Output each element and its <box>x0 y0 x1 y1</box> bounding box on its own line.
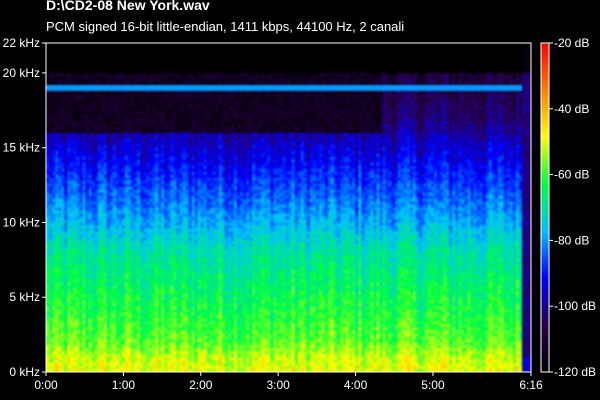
colorbar: -20 dB -40 dB -60 dB -80 dB -100 dB -120 dB <box>540 36 596 379</box>
y-tick-label: 10 kHz <box>3 215 40 229</box>
y-tick-label: 20 kHz <box>3 66 40 80</box>
spectrogram-heatmap <box>46 43 531 372</box>
x-tick-label: 1:00 <box>112 378 136 392</box>
colorbar-scale <box>540 42 550 373</box>
colorbar-tick-label: -80 dB <box>554 233 589 247</box>
colorbar-tick-label: -20 dB <box>554 36 589 50</box>
y-tick-label: 0 kHz <box>9 365 40 379</box>
y-tick-label: 5 kHz <box>9 290 40 304</box>
x-tick-label: 6:16 <box>519 378 543 392</box>
x-tick-label: 2:00 <box>189 378 213 392</box>
colorbar-tick-label: -100 dB <box>554 299 596 313</box>
x-tick-label: 4:00 <box>344 378 368 392</box>
spectrogram-chart: 0:00 1:00 2:00 3:00 4:00 5:00 6:16 0 kHz 5 kHz 10… <box>3 36 596 392</box>
y-tick-label: 15 kHz <box>3 141 40 155</box>
colorbar-tick-label: -120 dB <box>554 365 596 379</box>
colorbar-tick-label: -60 dB <box>554 168 589 182</box>
x-tick-label: 0:00 <box>34 378 58 392</box>
spectrogram-plot <box>46 43 531 372</box>
colorbar-tick-label: -40 dB <box>554 102 589 116</box>
y-tick-label: 22 kHz <box>3 36 40 50</box>
x-tick-label: 5:00 <box>421 378 445 392</box>
x-tick-label: 3:00 <box>267 378 291 392</box>
